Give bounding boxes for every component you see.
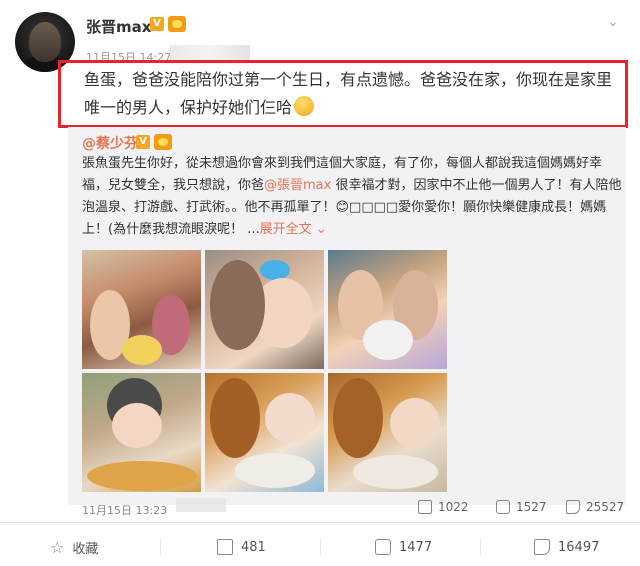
- expand-full-text-link[interactable]: 展开全文 ⌄: [260, 222, 327, 237]
- photo-face: [112, 403, 162, 448]
- photo-thumbnail[interactable]: [328, 250, 447, 369]
- favorite-button[interactable]: ☆ 收藏: [50, 532, 98, 562]
- repost-timestamp[interactable]: 11月15日 13:23: [82, 502, 167, 518]
- share-icon: [418, 500, 432, 514]
- repost-repost-value: 1022: [438, 500, 469, 514]
- repost-text: 張魚蛋先生你好，從未想過你會來到我們這個大家庭，有了你，每個人都說我這個媽媽好幸…: [82, 153, 622, 241]
- photo-thumbnail[interactable]: [205, 373, 324, 492]
- member-badge-icon: [154, 134, 172, 150]
- repost-count: 481: [241, 539, 266, 555]
- verified-icon: V: [150, 17, 164, 31]
- repost-button[interactable]: 481: [217, 532, 266, 562]
- share-icon: [217, 539, 233, 555]
- comment-icon: [496, 500, 510, 514]
- photo-thumbnail[interactable]: [82, 373, 201, 492]
- photo-cake: [353, 455, 438, 489]
- repost-like-value: 25527: [586, 500, 625, 514]
- thumbs-up-icon: [566, 500, 580, 514]
- photo-cake: [363, 320, 413, 360]
- repost-comment-value: 1527: [516, 500, 547, 514]
- blur-mask: [170, 45, 250, 61]
- photo-balloon: [333, 378, 383, 458]
- photo-thumbnail[interactable]: [82, 250, 201, 369]
- post-text: 鱼蛋，爸爸没能陪你过第一个生日，有点遗憾。爸爸没在家，你现在是家里唯一的男人，保…: [84, 66, 624, 122]
- post-text-content: 鱼蛋，爸爸没能陪你过第一个生日，有点遗憾。爸爸没在家，你现在是家里唯一的男人，保…: [84, 70, 613, 117]
- photo-cake: [122, 335, 162, 365]
- repost-repost-count[interactable]: 1022: [418, 500, 469, 514]
- star-icon: ☆: [50, 537, 65, 557]
- comment-icon: [375, 539, 391, 555]
- photo-thumbnail[interactable]: [328, 373, 447, 492]
- photo-balloon: [210, 378, 260, 458]
- favorite-label: 收藏: [72, 541, 99, 557]
- thumbs-up-icon: [534, 539, 550, 555]
- action-separator: [160, 538, 161, 556]
- comment-count: 1477: [399, 539, 433, 555]
- emoji-icon: [294, 96, 315, 116]
- photo-cake: [87, 461, 197, 491]
- photo-figure: [210, 260, 265, 350]
- repost-author-name[interactable]: @蔡少芬: [82, 133, 138, 153]
- blur-mask: [176, 498, 226, 512]
- post-author-name[interactable]: 张晋max: [86, 16, 151, 37]
- chevron-down-icon[interactable]: ⌄: [607, 14, 619, 30]
- photo-crown: [260, 260, 290, 280]
- avatar-face: [29, 22, 61, 62]
- verified-icon: V: [136, 135, 150, 149]
- action-separator: [480, 538, 481, 556]
- repost-comment-count[interactable]: 1527: [496, 500, 547, 514]
- photo-face: [390, 398, 440, 448]
- like-button[interactable]: 16497: [534, 532, 599, 562]
- mention-link[interactable]: @張晉max: [264, 178, 331, 193]
- comment-button[interactable]: 1477: [375, 532, 432, 562]
- member-badge-icon: [168, 16, 186, 32]
- photo-cake: [235, 453, 315, 488]
- photo-face: [265, 393, 315, 443]
- photo-thumbnail[interactable]: [205, 250, 324, 369]
- like-count: 16497: [558, 539, 600, 555]
- action-bar-divider: [0, 522, 640, 523]
- action-separator: [320, 538, 321, 556]
- repost-like-count[interactable]: 25527: [566, 500, 624, 514]
